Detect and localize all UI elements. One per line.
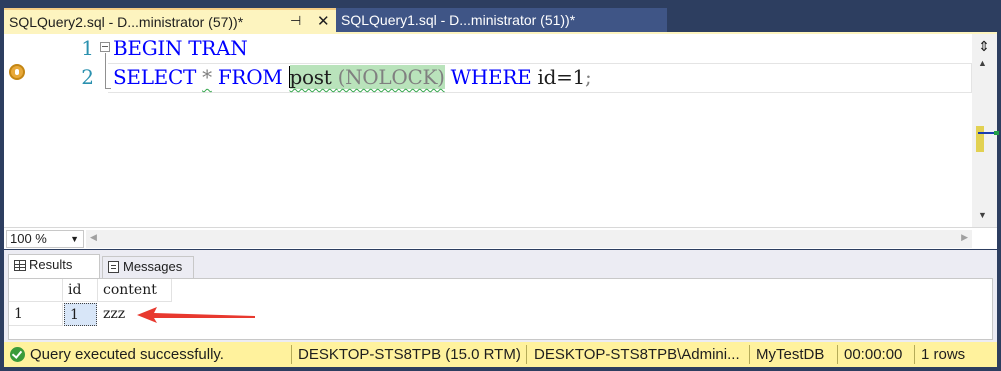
line-number: 2 [81,65,94,89]
ssms-query-window: SQLQuery2.sql - D...ministrator (57))* ⊣… [0,0,1001,371]
table-hint: (NOLOCK) [337,65,445,89]
status-message: Query executed successfully. [30,346,224,363]
scroll-up-icon[interactable]: ▲ [978,58,987,68]
tab-label: Messages [123,259,183,274]
line-number: 1 [81,36,94,60]
editor-gutter [4,34,30,227]
operator: * [202,65,212,89]
row-header-corner[interactable] [9,279,63,302]
window-bottom-border [0,367,1001,371]
query-editor[interactable]: 1 2 BEGIN TRAN SELECT * FROM post (NOLOC… [4,34,999,227]
chevron-down-icon: ▼ [70,234,79,244]
row-number[interactable]: 1 [9,303,63,326]
code-line-2[interactable]: SELECT * FROM post (NOLOCK) WHERE id=1; [113,65,592,89]
success-check-icon [10,347,25,362]
status-divider [914,345,915,364]
keyword: WHERE [450,65,532,89]
tab-label: Results [29,257,73,272]
keyword: SELECT [113,65,197,89]
keyword: TRAN [188,36,248,60]
lightbulb-icon[interactable] [9,64,25,80]
status-database: MyTestDB [756,346,825,363]
column-header-content[interactable]: content [98,279,172,302]
document-tab-strip: SQLQuery2.sql - D...ministrator (57))* ⊣… [0,0,1001,34]
status-divider [291,345,292,364]
fold-guide [105,53,106,89]
tab-messages[interactable]: Messages [102,256,194,278]
tab-sqlquery2[interactable]: SQLQuery2.sql - D...ministrator (57))* ⊣… [4,8,336,34]
grid-icon [14,260,26,271]
zoom-dropdown[interactable]: 100 % ▼ [6,230,84,248]
results-pane: Results Messages id content 1 1 zzz [4,250,997,342]
status-row-count: 1 rows [921,346,966,363]
status-server: DESKTOP-STS8TPB (15.0 RTM) [298,346,521,363]
status-divider [749,345,750,364]
status-divider [526,345,527,364]
keyword: FROM [217,65,283,89]
scroll-left-icon[interactable]: ◀ [90,232,97,243]
horizontal-scrollbar[interactable]: ◀ ▶ [86,230,972,248]
collapse-toggle-icon[interactable] [100,42,110,52]
tab-title: SQLQuery2.sql - D...ministrator (57))* [9,14,244,30]
tab-title: SQLQuery1.sql - D...ministrator (51))* [341,12,576,28]
tab-sqlquery1[interactable]: SQLQuery1.sql - D...ministrator (51))* [336,8,667,34]
status-bar: Query executed successfully. DESKTOP-STS… [4,342,997,367]
vertical-scrollbar[interactable]: ⇕ ▲ ▼ [972,34,999,227]
status-user: DESKTOP-STS8TPB\Admini... [534,346,740,363]
cell-id[interactable]: 1 [64,303,97,326]
keyword: BEGIN [113,36,183,60]
messages-icon [108,261,119,273]
status-divider [837,345,838,364]
table-name: post [289,65,332,89]
results-grid[interactable]: id content 1 1 zzz [8,278,993,340]
change-marker [976,126,984,152]
scroll-right-icon[interactable]: ▶ [961,232,968,243]
scroll-track[interactable] [976,76,999,206]
zoom-value: 100 % [10,231,47,246]
close-icon[interactable]: ✕ [317,12,330,30]
annotation-arrow [137,307,255,323]
scroll-down-icon[interactable]: ▼ [978,210,987,220]
semicolon: ; [584,65,592,89]
status-elapsed-time: 00:00:00 [844,346,903,363]
zoom-bar: 100 % ▼ ◀ ▶ [4,227,997,249]
arrow-shape [137,307,255,323]
pin-icon[interactable]: ⊣ [290,13,301,29]
marker [994,131,999,135]
code-line-1[interactable]: BEGIN TRAN [113,36,248,60]
tab-results[interactable]: Results [8,254,100,278]
column-header-id[interactable]: id [63,279,98,302]
split-window-icon[interactable]: ⇕ [976,38,992,54]
where-condition: id=1 [537,65,585,89]
